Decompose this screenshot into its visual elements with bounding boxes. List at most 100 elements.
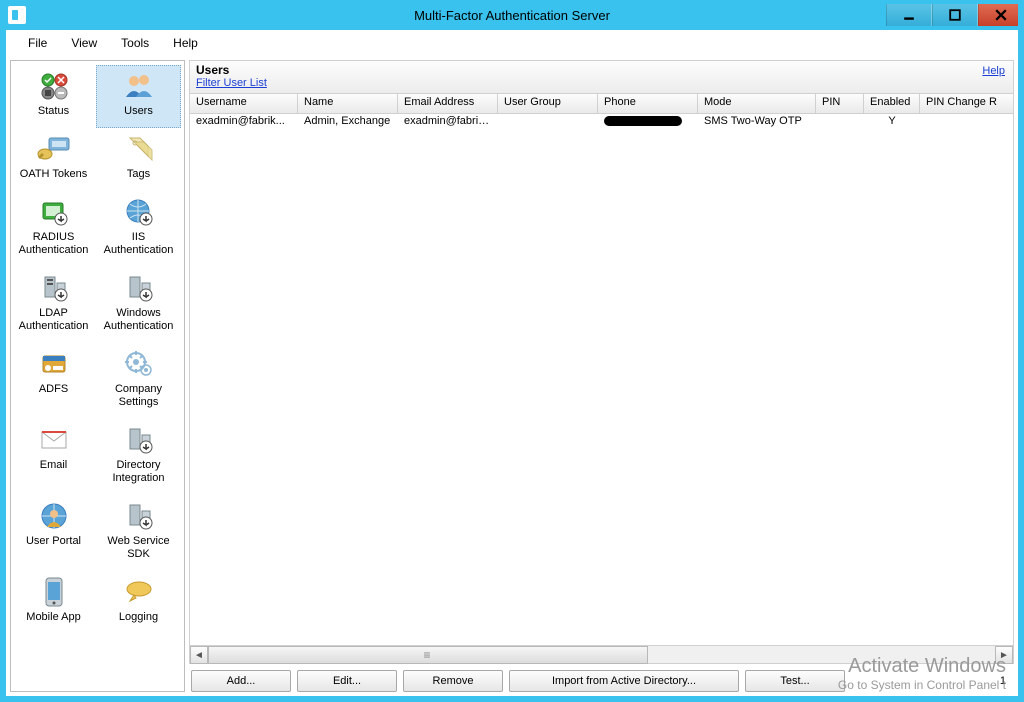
cell-pin-change (920, 114, 1013, 132)
panel-title: Users (196, 63, 267, 77)
sidebar-item-label: Windows Authentication (98, 307, 179, 333)
col-user-group[interactable]: User Group (498, 94, 598, 113)
user-portal-icon (39, 501, 69, 531)
sidebar-item-mobile-app[interactable]: Mobile App (11, 571, 96, 634)
sidebar-item-label: Mobile App (13, 611, 94, 624)
close-button[interactable] (978, 4, 1024, 26)
scroll-right-arrow[interactable]: ► (995, 646, 1013, 664)
cell-pin (816, 114, 864, 132)
tags-icon (124, 134, 154, 164)
sidebar-item-label: LDAP Authentication (13, 307, 94, 333)
sidebar-item-users[interactable]: Users (96, 65, 181, 128)
window-buttons (886, 4, 1024, 26)
sidebar-item-label: Users (98, 105, 179, 118)
add-button[interactable]: Add... (191, 670, 291, 692)
import-from-ad-button[interactable]: Import from Active Directory... (509, 670, 739, 692)
app-icon (8, 6, 26, 24)
help-link[interactable]: Help (982, 65, 1005, 77)
users-icon (123, 71, 155, 101)
sidebar-item-status[interactable]: Status (11, 65, 96, 128)
sidebar-item-label: IIS Authentication (98, 231, 179, 257)
cell-enabled: Y (864, 114, 920, 132)
scroll-thumb[interactable]: ≡ (208, 646, 648, 664)
maximize-button[interactable] (932, 4, 978, 26)
ldap-icon (39, 273, 69, 303)
sidebar-item-label: Tags (98, 168, 179, 181)
remove-button[interactable]: Remove (403, 670, 503, 692)
web-service-sdk-icon (124, 501, 154, 531)
menu-view[interactable]: View (61, 33, 107, 53)
sidebar-item-logging[interactable]: Logging (96, 571, 181, 634)
cell-user-group (498, 114, 598, 132)
menu-help[interactable]: Help (163, 33, 208, 53)
panel-header: Users Filter User List Help (189, 60, 1014, 94)
sidebar-item-company-settings[interactable]: Company Settings (96, 343, 181, 419)
sidebar-item-web-service-sdk[interactable]: Web Service SDK (96, 495, 181, 571)
table-row[interactable]: exadmin@fabrik... Admin, Exchange exadmi… (190, 114, 1013, 132)
sidebar-item-email[interactable]: Email (11, 419, 96, 495)
main-panel: Users Filter User List Help Username Nam… (185, 56, 1018, 696)
sidebar-item-adfs[interactable]: ADFS (11, 343, 96, 419)
oath-tokens-icon (37, 134, 71, 164)
logging-icon (124, 579, 154, 605)
directory-integration-icon (124, 425, 154, 455)
cell-name: Admin, Exchange (298, 114, 398, 132)
sidebar-item-tags[interactable]: Tags (96, 128, 181, 191)
menu-bar: File View Tools Help (6, 30, 1018, 56)
row-count: 1 (1000, 675, 1012, 687)
cell-username: exadmin@fabrik... (190, 114, 298, 132)
redacted-phone (604, 116, 682, 126)
sidebar-item-label: Directory Integration (98, 459, 179, 485)
minimize-button[interactable] (886, 4, 932, 26)
cell-email: exadmin@fabrik... (398, 114, 498, 132)
company-settings-icon (124, 350, 154, 378)
test-button[interactable]: Test... (745, 670, 845, 692)
sidebar-item-label: Status (13, 105, 94, 118)
adfs-icon (39, 350, 69, 378)
button-row: Add... Edit... Remove Import from Active… (189, 664, 1014, 692)
sidebar-item-oath-tokens[interactable]: OATH Tokens (11, 128, 96, 191)
col-email[interactable]: Email Address (398, 94, 498, 113)
filter-user-list-link[interactable]: Filter User List (196, 77, 267, 89)
window-title: Multi-Factor Authentication Server (414, 8, 610, 23)
scroll-left-arrow[interactable]: ◄ (190, 646, 208, 664)
windows-auth-icon (124, 273, 154, 303)
sidebar-item-iis-auth[interactable]: IIS Authentication (96, 191, 181, 267)
col-name[interactable]: Name (298, 94, 398, 113)
sidebar-item-user-portal[interactable]: User Portal (11, 495, 96, 571)
title-bar: Multi-Factor Authentication Server (0, 0, 1024, 30)
table-header: Username Name Email Address User Group P… (190, 94, 1013, 114)
app-frame: File View Tools Help Status Users (6, 30, 1018, 696)
sidebar: Status Users OATH Tokens Tags (10, 60, 185, 692)
sidebar-item-ldap-auth[interactable]: LDAP Authentication (11, 267, 96, 343)
cell-phone (598, 114, 698, 132)
col-mode[interactable]: Mode (698, 94, 816, 113)
sidebar-item-directory-integration[interactable]: Directory Integration (96, 419, 181, 495)
mobile-app-icon (43, 576, 65, 608)
menu-file[interactable]: File (18, 33, 57, 53)
cell-mode: SMS Two-Way OTP (698, 114, 816, 132)
sidebar-item-label: Logging (98, 611, 179, 624)
menu-tools[interactable]: Tools (111, 33, 159, 53)
sidebar-item-label: Email (13, 459, 94, 472)
status-icon (39, 72, 69, 100)
iis-icon (124, 197, 154, 227)
sidebar-item-windows-auth[interactable]: Windows Authentication (96, 267, 181, 343)
sidebar-item-label: User Portal (13, 535, 94, 548)
email-icon (39, 428, 69, 452)
sidebar-item-label: OATH Tokens (13, 168, 94, 181)
col-username[interactable]: Username (190, 94, 298, 113)
sidebar-item-label: RADIUS Authentication (13, 231, 94, 257)
sidebar-item-label: ADFS (13, 383, 94, 396)
col-pin-change[interactable]: PIN Change R (920, 94, 1013, 113)
sidebar-item-label: Web Service SDK (98, 535, 179, 561)
col-phone[interactable]: Phone (598, 94, 698, 113)
horizontal-scrollbar[interactable]: ◄ ≡ ► (190, 645, 1013, 663)
edit-button[interactable]: Edit... (297, 670, 397, 692)
col-enabled[interactable]: Enabled (864, 94, 920, 113)
sidebar-item-label: Company Settings (98, 383, 179, 409)
col-pin[interactable]: PIN (816, 94, 864, 113)
sidebar-item-radius-auth[interactable]: RADIUS Authentication (11, 191, 96, 267)
users-table: Username Name Email Address User Group P… (189, 94, 1014, 664)
radius-icon (39, 197, 69, 227)
